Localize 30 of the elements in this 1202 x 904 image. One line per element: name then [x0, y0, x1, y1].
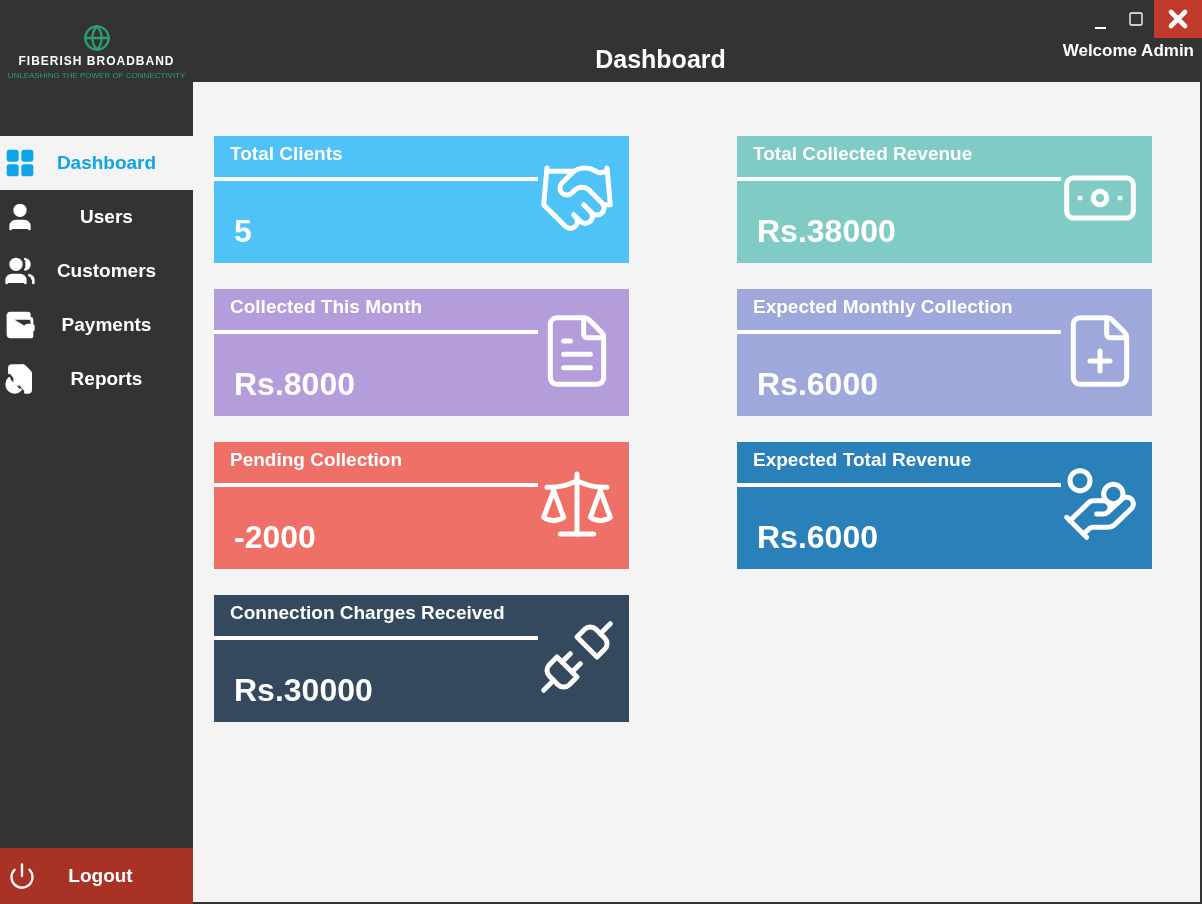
- sidebar-item[interactable]: Payments: [0, 298, 193, 352]
- maximize-icon: [1128, 11, 1144, 27]
- card-title: Total Clients: [229, 142, 344, 166]
- card-value: Rs.6000: [756, 518, 879, 557]
- card-title: Expected Total Revenue: [752, 448, 973, 472]
- power-icon: [8, 862, 36, 890]
- logout-button[interactable]: Logout: [0, 848, 193, 904]
- welcome-text: Welcome Admin: [1062, 40, 1195, 62]
- close-button[interactable]: [1154, 0, 1202, 38]
- minimize-icon: [1094, 27, 1106, 29]
- card-title: Connection Charges Received: [229, 601, 506, 625]
- card-title: Total Collected Revenue: [752, 142, 974, 166]
- card-title: Collected This Month: [229, 295, 424, 319]
- card-title: Pending Collection: [229, 448, 404, 472]
- card-value: 5: [233, 212, 253, 251]
- card-value: Rs.30000: [233, 671, 374, 710]
- brand-tagline: UNLEASHING THE POWER OF CONNECTIVITY: [7, 70, 186, 82]
- grid-icon: [4, 147, 36, 179]
- card-title: Expected Monthly Collection: [752, 295, 1014, 319]
- sidebar-item[interactable]: Customers: [0, 244, 193, 298]
- card-value: Rs.6000: [756, 365, 879, 404]
- brand-name: FIBERISH BROADBAND: [18, 53, 175, 70]
- window-title: Dashboard: [595, 43, 726, 75]
- sidebar-item[interactable]: Users: [0, 190, 193, 244]
- wallet-icon: [4, 309, 36, 341]
- card-value: Rs.8000: [233, 365, 356, 404]
- card-value: Rs.38000: [756, 212, 897, 251]
- group-icon: [4, 255, 36, 287]
- card-value: -2000: [233, 518, 317, 557]
- sidebar-item[interactable]: Reports: [0, 352, 193, 406]
